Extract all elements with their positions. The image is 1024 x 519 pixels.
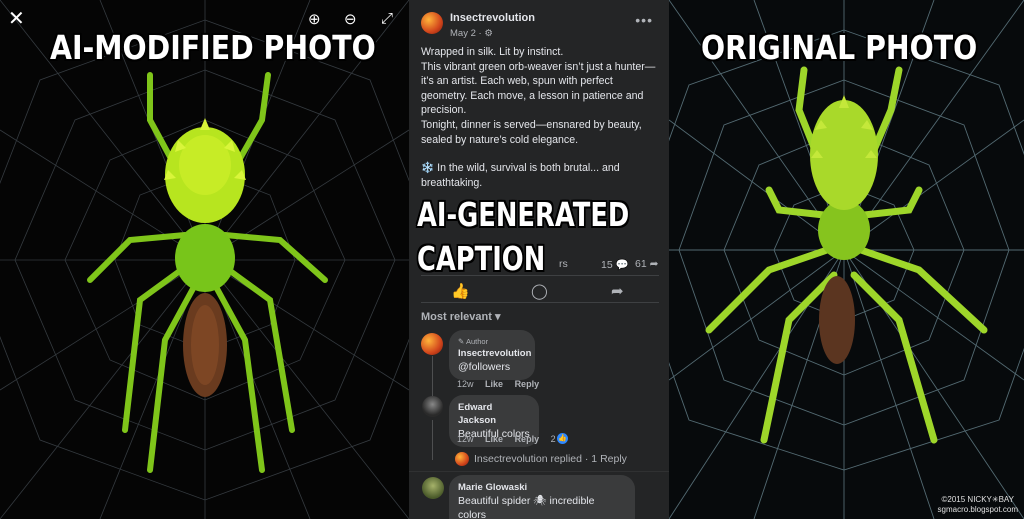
copyright-line1: ©2015 NICKY✳BAY (941, 495, 1014, 504)
thread-line (432, 420, 433, 460)
ai-modified-photo-panel: ✕ ⊕ ⊖ ⤢ AI-MODIFIED PHOTO (0, 0, 409, 519)
reaction-count[interactable]: 2 (551, 434, 556, 444)
ai-generated-caption-label: AI-GENERATED CAPTION (417, 193, 629, 281)
comment-author[interactable]: Insectrevolution (458, 347, 531, 360)
commenter-avatar[interactable] (422, 477, 444, 499)
post-paragraph: Tonight, dinner is served—ensnared by be… (421, 118, 642, 146)
copyright-watermark: ©2015 NICKY✳BAY sgmacro.blogspot.com (938, 495, 1018, 515)
share-arrow-icon: ➦ (649, 258, 659, 270)
shares-count[interactable]: 61 ➦ (635, 258, 658, 270)
comment-author[interactable]: Edward Jackson (458, 401, 530, 427)
comment-text: @followers (458, 361, 511, 373)
ai-label-line2: CAPTION (417, 239, 546, 278)
comment-meta: 12w Like Reply (457, 379, 548, 389)
comment-icon[interactable]: ◯ (531, 282, 548, 300)
ai-modified-label: AI-MODIFIED PHOTO (50, 28, 376, 67)
commenter-avatar[interactable] (421, 333, 443, 355)
ai-label-line1: AI-GENERATED (417, 195, 630, 234)
sort-label: Most relevant (421, 311, 492, 323)
comment-bubble: Marie Glowaski Beautiful spider 🕷 incred… (449, 475, 635, 519)
author-avatar[interactable] (421, 12, 443, 34)
thread-line (432, 356, 433, 396)
caret-down-icon: ▾ (494, 311, 501, 323)
ai-spider-image (0, 0, 409, 519)
comment-like-link[interactable]: Like (485, 434, 503, 444)
zoom-in-icon[interactable]: ⊕ (308, 10, 321, 28)
divider (409, 471, 669, 472)
post-paragraph: ❄️ In the wild, survival is both brutal.… (421, 162, 620, 189)
replies-link[interactable]: Insectrevolution replied · 1 Reply (474, 453, 627, 465)
post-panel: Insectrevolution May 2 · ⚙ ••• Wrapped i… (409, 0, 669, 519)
expand-icon[interactable]: ⤢ (381, 10, 393, 27)
comment-text: Beautiful spider 🕷 incredible (458, 495, 595, 507)
share-icon[interactable]: ➦ (611, 282, 624, 300)
comment-meta: 12w Like Reply 2 (457, 434, 565, 444)
comment-bubble: ✎ Author Insectrevolution @followers (449, 330, 535, 380)
comment-reply-link[interactable]: Reply (515, 434, 540, 444)
author-badge: ✎ Author (458, 336, 526, 347)
sort-dropdown[interactable]: Most relevant ▾ (421, 310, 501, 323)
comment-time[interactable]: 12w (457, 379, 474, 389)
author-badge-text: Author (465, 337, 489, 346)
post-paragraph: Wrapped in silk. Lit by instinct. (421, 46, 564, 58)
post-author[interactable]: Insectrevolution (450, 12, 535, 24)
comment-like-link[interactable]: Like (485, 379, 503, 389)
shares-count-text: 61 (635, 258, 647, 270)
comment-text-continued: colors (458, 509, 487, 519)
comment-time[interactable]: 12w (457, 434, 474, 444)
copyright-line2: sgmacro.blogspot.com (937, 505, 1018, 514)
comment-author[interactable]: Marie Glowaski (458, 481, 626, 494)
zoom-out-icon[interactable]: ⊖ (344, 10, 357, 28)
post-body: Wrapped in silk. Lit by instinct. This v… (421, 45, 659, 190)
more-options-icon[interactable]: ••• (635, 12, 653, 28)
post-date[interactable]: May 2 · ⚙ (450, 28, 493, 39)
pen-icon: ✎ (458, 337, 466, 346)
post-date-text: May 2 · (450, 28, 482, 39)
divider (421, 302, 659, 303)
settings-icon: ⚙ (484, 28, 493, 39)
like-reaction-icon: 👍 (557, 433, 568, 444)
reply-avatar (455, 452, 469, 466)
original-photo-label: ORIGINAL PHOTO (701, 28, 978, 67)
post-paragraph: This vibrant green orb-weaver isn’t just… (421, 60, 656, 117)
comment-reply-link[interactable]: Reply (515, 379, 540, 389)
post-header: Insectrevolution May 2 · ⚙ ••• (421, 10, 659, 44)
commenter-avatar[interactable] (422, 396, 443, 417)
original-photo-panel: ORIGINAL PHOTO ©2015 NICKY✳BAY sgmacro.b… (669, 0, 1024, 519)
original-spider-image (669, 0, 1024, 519)
close-icon[interactable]: ✕ (8, 6, 25, 31)
like-icon[interactable]: 👍 (451, 282, 470, 300)
